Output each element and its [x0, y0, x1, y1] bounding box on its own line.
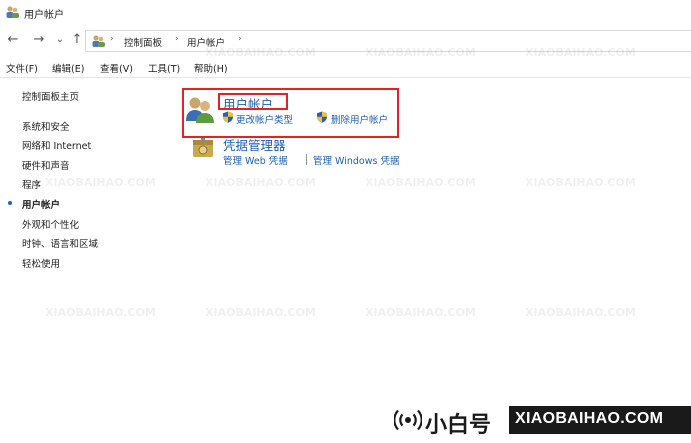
watermark-text: XIAOBAIHAO.COM — [205, 306, 316, 319]
sidebar-item-hardware-sound[interactable]: 硬件和声音 — [22, 158, 70, 172]
highlight-box — [182, 88, 399, 138]
recent-locations-dropdown[interactable]: ⌄ — [52, 32, 68, 48]
credential-manager-icon — [193, 136, 213, 157]
up-button[interactable]: ↑ — [69, 32, 85, 48]
watermark-text: XIAOBAIHAO.COM — [365, 306, 476, 319]
sidebar-item-user-accounts[interactable]: 用户帐户 — [22, 197, 60, 211]
user-accounts-icon — [6, 6, 19, 18]
watermark-text: XIAOBAIHAO.COM — [45, 306, 156, 319]
manage-web-credentials-link[interactable]: 管理 Web 凭据 — [223, 153, 288, 167]
title-highlight-box — [218, 93, 288, 110]
sidebar-item-control-panel-home[interactable]: 控制面板主页 — [22, 89, 79, 103]
breadcrumb-separator: › — [238, 34, 242, 44]
broadcast-icon — [394, 409, 422, 431]
window-title: 用户帐户 — [24, 10, 64, 21]
sidebar-item-ease-of-access[interactable]: 轻松使用 — [22, 256, 60, 270]
watermark-text: XIAOBAIHAO.COM — [365, 46, 476, 59]
menu-bar: 文件(F) 编辑(E) 查看(V) 工具(T) 帮助(H) — [0, 57, 691, 78]
brand-name-cn: 小白号 — [425, 413, 492, 438]
breadcrumb-control-panel[interactable]: 控制面板 — [124, 35, 162, 49]
user-accounts-icon — [92, 35, 105, 47]
sidebar: 控制面板主页 系统和安全 网络和 Internet 硬件和声音 程序 用户帐户 … — [0, 78, 175, 443]
current-item-bullet — [8, 201, 12, 205]
title-bar: 用户帐户 — [0, 0, 691, 24]
sidebar-item-appearance[interactable]: 外观和个性化 — [22, 217, 79, 231]
menu-file[interactable]: 文件(F) — [6, 61, 38, 75]
link-divider — [306, 154, 307, 165]
forward-button[interactable]: → — [31, 32, 47, 48]
back-button[interactable]: ← — [5, 32, 21, 48]
watermark-text: XIAOBAIHAO.COM — [205, 46, 316, 59]
watermark-text: XIAOBAIHAO.COM — [205, 176, 316, 189]
watermark-text: XIAOBAIHAO.COM — [525, 176, 636, 189]
manage-windows-credentials-link[interactable]: 管理 Windows 凭据 — [313, 153, 399, 167]
menu-tools[interactable]: 工具(T) — [148, 61, 180, 75]
brand-watermark: 小白号 XIAOBAIHAO.COM — [394, 402, 691, 438]
menu-edit[interactable]: 编辑(E) — [52, 61, 84, 75]
sidebar-item-clock-region[interactable]: 时钟、语言和区域 — [22, 236, 98, 250]
menu-help[interactable]: 帮助(H) — [194, 61, 228, 75]
watermark-text: XIAOBAIHAO.COM — [525, 306, 636, 319]
breadcrumb-separator: › — [110, 34, 114, 44]
watermark-text: XIAOBAIHAO.COM — [525, 46, 636, 59]
sidebar-item-programs[interactable]: 程序 — [22, 177, 41, 191]
sidebar-item-system-security[interactable]: 系统和安全 — [22, 119, 70, 133]
sidebar-item-network-internet[interactable]: 网络和 Internet — [22, 138, 91, 152]
brand-domain-box: XIAOBAIHAO.COM — [509, 406, 691, 434]
watermark-text: XIAOBAIHAO.COM — [45, 176, 156, 189]
menu-view[interactable]: 查看(V) — [100, 61, 133, 75]
brand-domain: XIAOBAIHAO.COM — [515, 410, 664, 427]
watermark-text: XIAOBAIHAO.COM — [365, 176, 476, 189]
breadcrumb-separator: › — [175, 34, 179, 44]
